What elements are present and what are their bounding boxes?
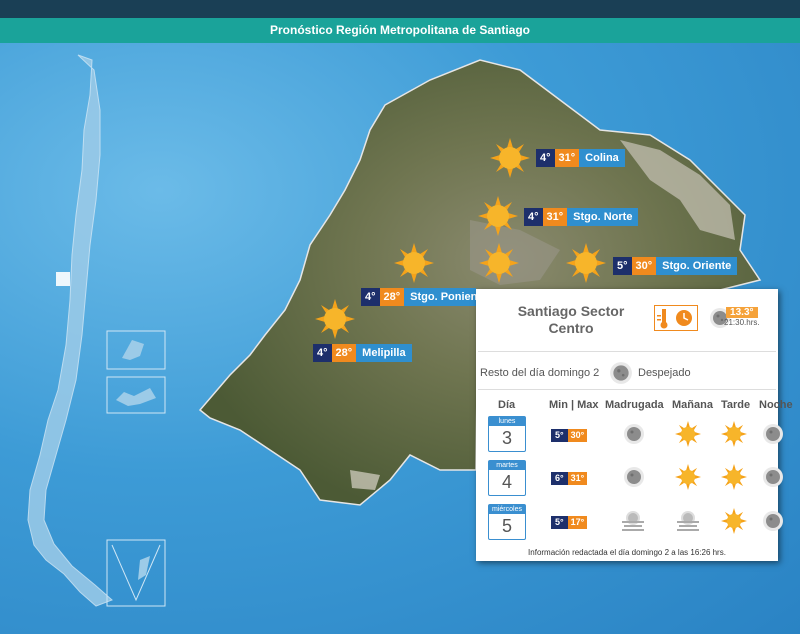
sun-icon [479,243,519,283]
header-madrugada: Madrugada [605,399,664,411]
thermometer-clock-icon [654,305,698,331]
location-name: Colina [579,149,625,167]
header-tarde: Tarde [721,399,751,411]
day-name: lunes [489,417,525,426]
resto-label: Resto del día domingo 2 [480,367,600,379]
location-name: Stgo. Poniente [404,288,476,306]
current-temp: 13.3° [726,307,758,318]
footer-note: Información redactada el día domingo 2 a… [528,548,726,557]
day-box: lunes 3 [488,416,526,452]
sun-icon [675,421,701,447]
sun-icon [675,464,701,490]
header-noche: Noche [759,399,793,411]
panel-title: Santiago Sector Centro [496,303,646,337]
location-melipilla[interactable]: 4° 28° Melipilla [313,344,412,362]
current-conditions: 13.3° 21:30.hrs. [724,307,760,327]
panel-title-line2: Centro [548,320,594,336]
min-temp: 5° [551,516,568,529]
day-number: 3 [501,428,512,448]
max-temp: 31° [554,149,580,167]
max-temp: 30° [567,429,588,442]
sun-icon [490,138,530,178]
day-box: miércoles 5 [488,504,526,540]
location-name: Melipilla [356,344,412,362]
header-minmax: Min | Max [549,399,599,411]
day-number: 5 [501,516,512,536]
min-temp: 5° [551,429,568,442]
location-colina[interactable]: 4° 31° Colina [536,149,625,167]
resto-condition: Despejado [638,367,691,379]
max-temp: 28° [379,288,405,306]
day-name: martes [489,461,525,470]
sun-icon [315,299,355,339]
location-stgo-poniente[interactable]: 4° 28° Stgo. Poniente [361,288,476,306]
max-temp: 31° [567,472,588,485]
location-stgo-norte[interactable]: 4° 31° Stgo. Norte [524,208,639,226]
min-max: 5° 30° [551,429,588,442]
day-box: martes 4 [488,460,526,496]
divider [478,351,776,352]
max-temp: 31° [542,208,568,226]
header-manana: Mañana [672,399,713,411]
min-temp: 6° [551,472,568,485]
location-stgo-oriente[interactable]: 5° 30° Stgo. Oriente [613,257,738,275]
divider [478,389,776,390]
fog-icon [622,511,644,531]
location-name: Stgo. Oriente [656,257,738,275]
sun-icon [721,508,747,534]
min-temp: 4° [536,149,555,167]
min-temp: 4° [524,208,543,226]
header-dia: Día [498,399,516,411]
sun-icon [721,421,747,447]
current-time: 21:30.hrs. [724,318,760,327]
moon-icon [763,467,783,487]
min-max: 5° 17° [551,516,588,529]
moon-icon [763,424,783,444]
moon-icon [763,511,783,531]
moon-icon [624,424,644,444]
sun-icon [394,243,434,283]
min-temp: 4° [313,344,332,362]
day-name: miércoles [489,505,525,514]
min-max: 6° 31° [551,472,588,485]
panel-title-line1: Santiago Sector [517,303,625,319]
max-temp: 30° [631,257,657,275]
max-temp: 17° [567,516,588,529]
day-number: 4 [501,472,512,492]
moon-icon [610,362,632,384]
min-temp: 5° [613,257,632,275]
sun-icon [478,196,518,236]
forecast-panel: Santiago Sector Centro 13.3° 21:30.hrs. … [476,289,793,561]
moon-icon [624,467,644,487]
location-name: Stgo. Norte [567,208,639,226]
sun-icon [721,464,747,490]
fog-icon [677,511,699,531]
chile-map [27,54,113,607]
header-noche-label: Noche [759,399,793,411]
min-temp: 4° [361,288,380,306]
sun-icon [566,243,606,283]
max-temp: 28° [331,344,357,362]
